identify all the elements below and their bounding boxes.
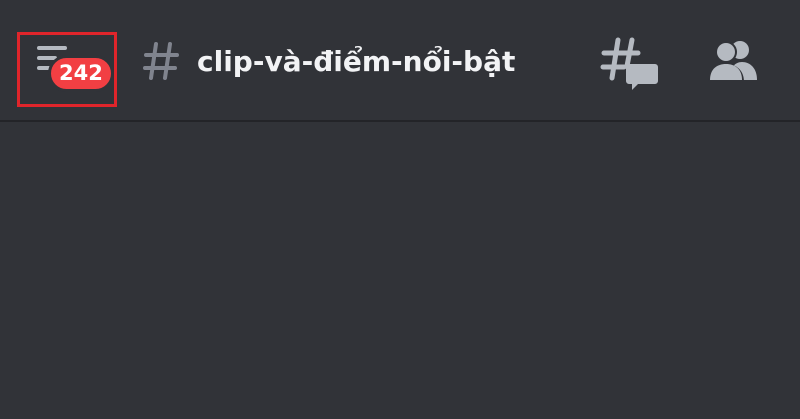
channel-header: 242 clip-và-điểm-nổi-bật <box>0 0 800 122</box>
members-icon[interactable] <box>707 38 759 84</box>
channel-name: clip-và-điểm-nổi-bật <box>197 45 516 78</box>
unread-badge: 242 <box>48 55 114 92</box>
threads-icon[interactable] <box>600 36 658 92</box>
message-area <box>0 122 800 419</box>
hash-icon <box>143 42 179 80</box>
